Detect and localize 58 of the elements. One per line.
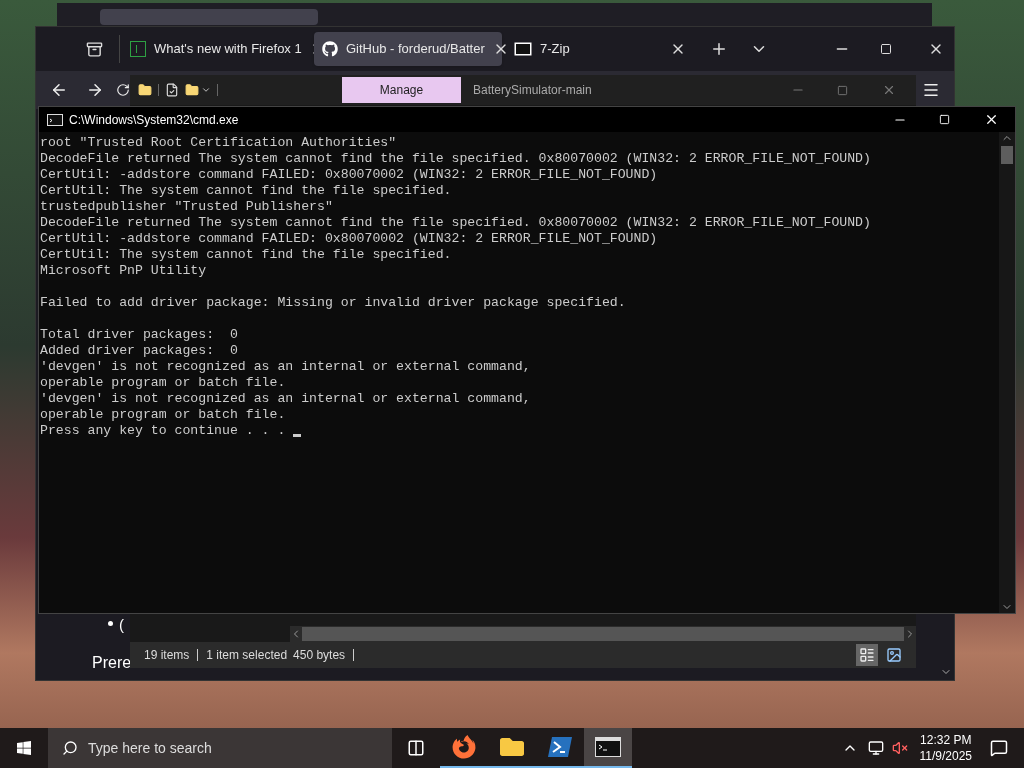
- back-icon[interactable]: [50, 81, 68, 99]
- text-cursor: [293, 434, 302, 437]
- network-icon[interactable]: [867, 740, 884, 756]
- close-icon[interactable]: [984, 112, 999, 127]
- browser-tab[interactable]: 7-Zip: [506, 32, 694, 66]
- search-input[interactable]: Type here to search: [88, 737, 392, 759]
- tab-list-icon[interactable]: [86, 40, 103, 58]
- forward-icon[interactable]: [86, 81, 104, 99]
- console-line: operable program or batch file.: [40, 375, 286, 391]
- manage-tab[interactable]: Manage: [342, 77, 461, 103]
- prompt-chevron-icon: [548, 737, 572, 757]
- heading-text: Prere: [92, 653, 132, 673]
- document-icon: [130, 41, 146, 57]
- selection-text: 1 item selected: [206, 647, 288, 664]
- window-title: C:\Windows\System32\cmd.exe: [69, 111, 240, 129]
- notifications-icon[interactable]: [990, 739, 1008, 757]
- console-line: CertUtil: The system cannot find the file specified.: [40, 247, 452, 263]
- console-line: Microsoft PnP Utility: [40, 263, 207, 279]
- thumbnails-view-icon[interactable]: [886, 647, 902, 663]
- windows-logo-icon: [16, 740, 32, 756]
- folder-icon: [500, 735, 524, 759]
- octocat-icon: [322, 41, 338, 57]
- console-line: DecodeFile returned The system cannot find the file specified. 0x80070002 (WIN32: 2 ERROR_FILE_NOT_FOUND): [40, 151, 871, 167]
- customize-icon[interactable]: [201, 85, 211, 95]
- console-line: root "Trusted Root Certification Authorities": [40, 135, 397, 151]
- console-line: CertUtil: -addstore command FAILED: 0x80070002 (WIN32: 2 ERROR_FILE_NOT_FOUND): [40, 231, 658, 247]
- console-line: 'devgen' is not recognized as an internal or external command,: [40, 359, 531, 375]
- search-icon: [62, 740, 78, 756]
- taskbar-app-button[interactable]: [584, 728, 632, 768]
- new-folder-icon[interactable]: [185, 83, 199, 97]
- window-title: BatterySimulator-main: [473, 82, 593, 99]
- console-line: Failed to add driver package: Missing or invalid driver package specified.: [40, 295, 626, 311]
- console-line: CertUtil: The system cannot find the file specified.: [40, 183, 452, 199]
- properties-icon[interactable]: [165, 83, 179, 97]
- terminal-icon: [47, 113, 63, 126]
- terminal-icon: [595, 737, 621, 757]
- clock-date[interactable]: 11/9/2025: [919, 748, 972, 764]
- fox-globe-icon: [452, 735, 476, 759]
- volume-icon[interactable]: [891, 740, 910, 756]
- folder-icon[interactable]: [138, 83, 152, 97]
- console-line: Total driver packages: 0: [40, 327, 238, 343]
- clock-time[interactable]: 12:32 PM: [920, 732, 972, 748]
- console-line: DecodeFile returned The system cannot find the file specified. 0x80070002 (WIN32: 2 ERROR_FILE_NOT_FOUND): [40, 215, 871, 231]
- console-line: operable program or batch file.: [40, 407, 286, 423]
- size-text: 450 bytes: [293, 649, 355, 661]
- search-field[interactable]: Type here to search: [48, 728, 392, 768]
- console-line: CertUtil: -addstore command FAILED: 0x80070002 (WIN32: 2 ERROR_FILE_NOT_FOUND): [40, 167, 658, 183]
- item-count-text: 19 items: [144, 649, 199, 661]
- new-tab-icon[interactable]: [710, 40, 728, 58]
- console-line: 'devgen' is not recognized as an internal or external command,: [40, 391, 531, 407]
- reload-icon[interactable]: [116, 83, 130, 97]
- details-view-icon[interactable]: [856, 644, 878, 666]
- task-view-icon: [407, 739, 425, 757]
- console-line: Press any key to continue . . .: [40, 423, 286, 439]
- console-line: trustedpublisher "Trusted Publishers": [40, 199, 333, 215]
- bullet-text: (: [119, 615, 124, 635]
- console-line: Added driver packages: 0: [40, 343, 238, 359]
- menu-icon[interactable]: [922, 81, 940, 99]
